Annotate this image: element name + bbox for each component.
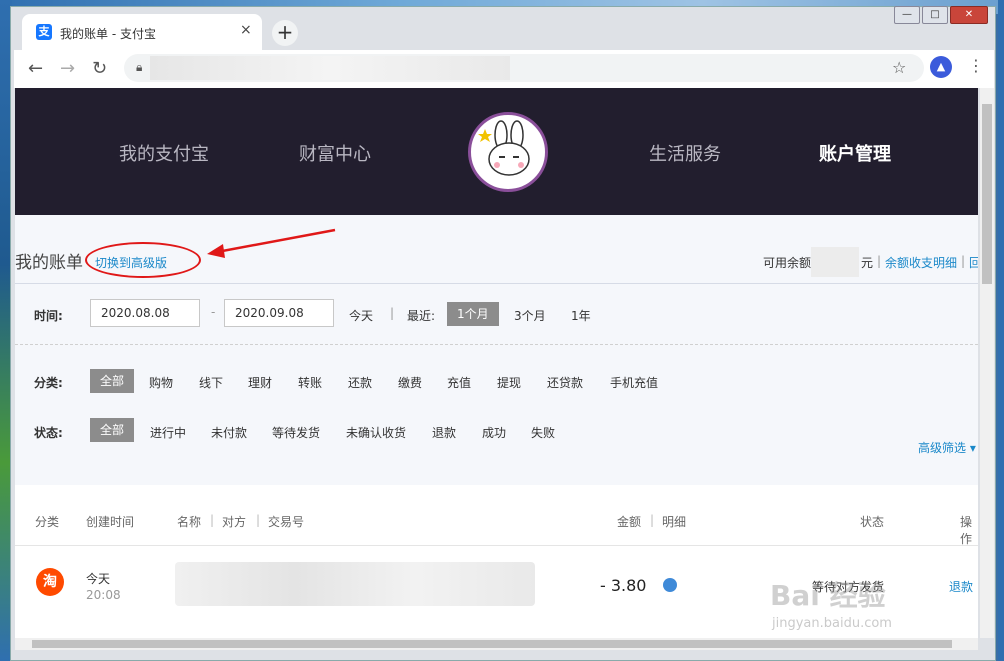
- back-arrow-icon[interactable]: ←: [28, 58, 43, 79]
- category-loan-repayment[interactable]: 还贷款: [547, 374, 583, 391]
- category-bills[interactable]: 缴费: [398, 374, 422, 391]
- category-all[interactable]: 全部: [90, 369, 135, 393]
- window-controls: — □ ✕: [894, 6, 994, 24]
- nav-my-alipay[interactable]: 我的支付宝: [119, 140, 209, 166]
- balance-detail-link[interactable]: 余额收支明细: [885, 254, 957, 271]
- col-ops: 操作: [960, 515, 973, 546]
- status-success[interactable]: 成功: [482, 424, 506, 441]
- recent-label: 最近:: [407, 309, 436, 323]
- category-withdraw[interactable]: 提现: [497, 374, 521, 391]
- taobao-icon: 淘: [36, 568, 64, 596]
- today-option[interactable]: 今天: [349, 307, 373, 324]
- date-separator: -: [211, 305, 216, 319]
- status-refund[interactable]: 退款: [432, 424, 456, 441]
- vertical-scrollbar-thumb[interactable]: [982, 104, 992, 284]
- baidu-watermark: Bai 经验: [770, 579, 886, 612]
- tab-title: 我的账单 - 支付宝: [60, 27, 156, 41]
- range-1-year[interactable]: 1年: [571, 307, 591, 324]
- status-in-progress[interactable]: 进行中: [150, 424, 186, 441]
- row-amount: - 3.80: [600, 576, 647, 595]
- forward-arrow-icon[interactable]: →: [60, 58, 75, 79]
- col-amount: 金额: [617, 515, 642, 529]
- baidu-watermark-url: jingyan.baidu.com: [772, 616, 892, 631]
- refund-link[interactable]: 退款: [949, 578, 973, 595]
- row-name-blurred: [175, 562, 535, 606]
- start-date-input[interactable]: 2020.08.08: [90, 299, 200, 327]
- range-3-months[interactable]: 3个月: [514, 307, 546, 324]
- nav-wealth-center[interactable]: 财富中心: [299, 140, 371, 166]
- category-topup[interactable]: 充值: [447, 374, 471, 391]
- row-date: 今天: [86, 572, 111, 586]
- annotation-ellipse: [85, 242, 201, 278]
- separator: |: [210, 513, 215, 527]
- status-failed[interactable]: 失败: [531, 424, 555, 441]
- col-trade-no: 交易号: [268, 515, 305, 529]
- close-tab-icon[interactable]: ×: [240, 22, 252, 38]
- end-date-input[interactable]: 2020.09.08: [224, 299, 334, 327]
- separator: |: [256, 513, 261, 527]
- category-label: 分类:: [34, 376, 63, 390]
- status-awaiting-shipment[interactable]: 等待发货: [272, 424, 320, 441]
- status-unconfirmed-receipt[interactable]: 未确认收货: [346, 424, 406, 441]
- menu-kebab-icon[interactable]: ⋮: [968, 56, 984, 75]
- page-content: 我的支付宝 财富中心 生活服务 账户管理 我的账单 切换到高级版 可用余额 元 …: [15, 88, 978, 638]
- rabbit-avatar-icon: [478, 120, 530, 176]
- address-url-blurred: [150, 56, 510, 80]
- range-1-month[interactable]: 1个月: [447, 302, 499, 326]
- category-repayment[interactable]: 还款: [348, 374, 372, 391]
- time-label: 时间:: [34, 309, 63, 323]
- category-finance[interactable]: 理财: [248, 374, 272, 391]
- advanced-filter-link[interactable]: 高级筛选 ▾: [918, 439, 976, 456]
- col-status: 状态: [860, 515, 885, 529]
- reload-icon[interactable]: ↻: [92, 58, 107, 79]
- category-transfer[interactable]: 转账: [298, 374, 322, 391]
- extra-link[interactable]: 回: [969, 254, 978, 271]
- category-mobile-topup[interactable]: 手机充值: [610, 374, 658, 391]
- divider: [15, 283, 978, 284]
- col-detail: 明细: [662, 515, 687, 529]
- separator: |: [390, 306, 395, 320]
- detail-icon[interactable]: [663, 578, 677, 592]
- dashed-divider: [15, 344, 978, 345]
- nav-life-service[interactable]: 生活服务: [649, 140, 721, 166]
- balance-unit: 元: [861, 256, 874, 270]
- balance-label: 可用余额: [763, 256, 812, 270]
- desktop-background-right: [998, 0, 1004, 661]
- table-header-divider: [15, 545, 978, 546]
- nav-account-management[interactable]: 账户管理: [819, 140, 891, 166]
- status-unpaid[interactable]: 未付款: [211, 424, 247, 441]
- category-offline[interactable]: 线下: [199, 374, 223, 391]
- status-label: 状态:: [34, 426, 63, 440]
- maximize-button[interactable]: □: [922, 6, 948, 24]
- col-category: 分类: [35, 515, 60, 529]
- col-created-time: 创建时间: [86, 515, 135, 529]
- horizontal-scrollbar-thumb[interactable]: [32, 640, 952, 648]
- separator: |: [961, 254, 966, 268]
- status-all[interactable]: 全部: [90, 418, 135, 442]
- col-counterparty: 对方: [222, 515, 247, 529]
- alipay-favicon-icon: 支: [36, 24, 52, 40]
- avatar[interactable]: [468, 112, 548, 192]
- lock-icon: 🔒︎: [136, 60, 143, 74]
- col-name: 名称: [177, 515, 202, 529]
- balance-value-blurred: [811, 247, 859, 277]
- bookmark-star-icon[interactable]: ☆: [892, 58, 906, 77]
- extension-icon[interactable]: ▲: [930, 56, 952, 78]
- annotation-arrow-icon: [207, 228, 336, 258]
- minimize-button[interactable]: —: [894, 6, 920, 24]
- page-title: 我的账单: [15, 253, 83, 273]
- row-time: 20:08: [86, 588, 121, 602]
- separator: |: [650, 513, 655, 527]
- category-shopping[interactable]: 购物: [149, 374, 173, 391]
- separator: |: [877, 254, 882, 268]
- close-window-button[interactable]: ✕: [950, 6, 988, 24]
- new-tab-button[interactable]: +: [272, 20, 298, 46]
